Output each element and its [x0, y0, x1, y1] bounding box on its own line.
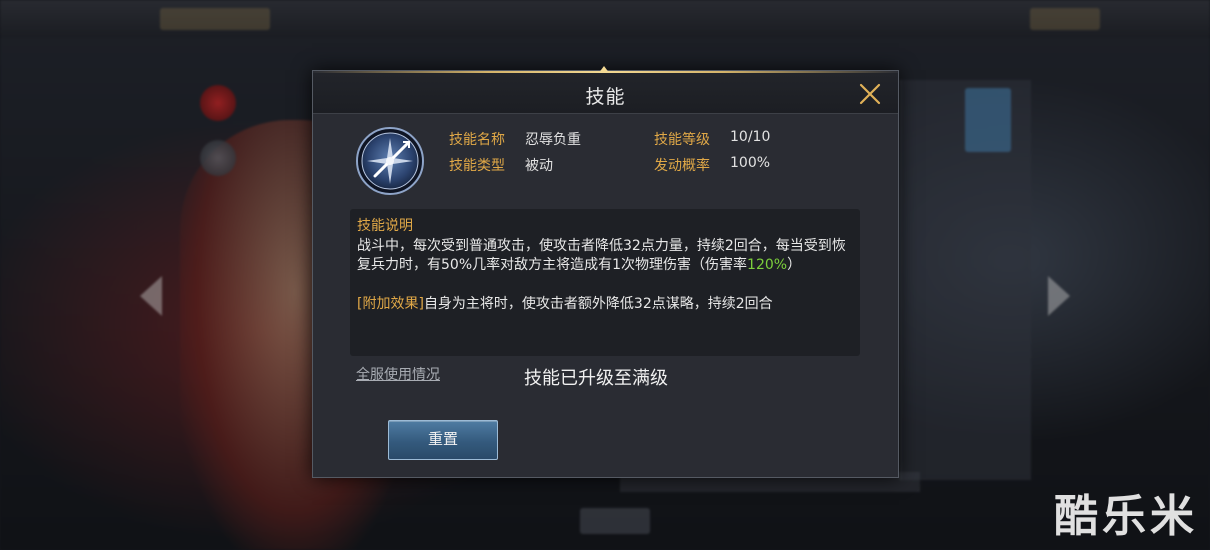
skill-type-value: 被动	[525, 158, 553, 174]
background-grey-orb	[200, 140, 236, 176]
extra-effect-text: [附加效果]自身为主将时，使攻击者额外降低32点谋略，持续2回合	[357, 295, 857, 314]
skill-compass-icon	[355, 126, 425, 196]
close-icon[interactable]	[856, 80, 884, 108]
skill-type-label: 技能类型	[449, 158, 505, 174]
description-text: 战斗中，每次受到普通攻击，使攻击者降低32点力量，持续2回合，每当受到恢复兵力时…	[357, 237, 857, 275]
description-close: ）	[787, 257, 802, 273]
max-level-status: 技能已升级至满级	[524, 368, 668, 389]
extra-effect-body: 自身为主将时，使攻击者额外降低32点谋略，持续2回合	[423, 296, 773, 312]
skill-name-value: 忍辱负重	[525, 132, 581, 148]
skill-level-label: 技能等级	[654, 132, 710, 148]
skill-name-label: 技能名称	[449, 132, 505, 148]
trigger-chance-value: 100%	[730, 155, 771, 171]
damage-rate: 120%	[747, 257, 788, 273]
background-right-arrow	[1048, 276, 1070, 316]
reset-button[interactable]: 重置	[388, 420, 498, 460]
description-title: 技能说明	[357, 218, 413, 234]
skill-description-box: 技能说明 战斗中，每次受到普通攻击，使攻击者降低32点力量，持续2回合，每当受到…	[350, 209, 860, 356]
dialog-header: 技能	[313, 73, 898, 114]
extra-effect-tag: [附加效果]	[357, 296, 424, 312]
background-top-tab	[1030, 8, 1100, 30]
background-left-arrow	[140, 276, 162, 316]
skill-dialog: 技能 技能名称 忍辱负重 技能等级 10/10 技能类型 被动 发动概率 100…	[312, 66, 899, 478]
background-side-card	[965, 88, 1011, 152]
background-red-orb	[200, 85, 236, 121]
skill-level-value: 10/10	[730, 129, 771, 145]
watermark-logo: 酷乐米	[1054, 491, 1198, 542]
trigger-chance-label: 发动概率	[654, 158, 710, 174]
server-usage-link[interactable]: 全服使用情况	[356, 364, 440, 384]
background-bottom-tab	[580, 508, 650, 534]
dialog-title: 技能	[585, 86, 626, 108]
background-top-tab	[160, 8, 270, 30]
